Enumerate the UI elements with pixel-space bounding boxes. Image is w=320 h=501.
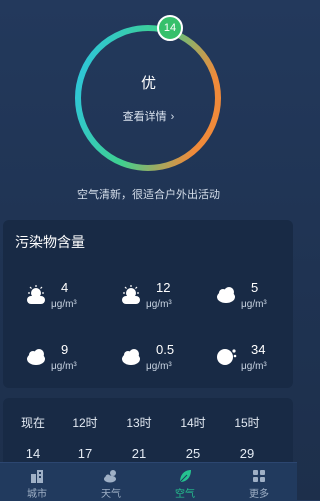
nav-item-more[interactable]: 更多 (222, 463, 296, 501)
forecast-time: 12时 (72, 416, 98, 430)
hourly-forecast[interactable]: 现在 12时 13时 14时 15时 14 17 21 25 29 (3, 398, 293, 468)
nav-item-air[interactable]: 空气 (148, 463, 222, 501)
forecast-time: 14时 (180, 416, 206, 430)
more-icon (253, 470, 265, 482)
pollutant-o3: 34 μg/m³ (203, 342, 298, 382)
leaf-icon (179, 470, 191, 483)
pollutant-so2: 5 μg/m³ (203, 280, 298, 320)
forecast-value: 25 (185, 446, 201, 461)
pollutant-unit: μg/m³ (51, 299, 77, 310)
forecast-value: 29 (239, 446, 255, 461)
no2-icon (27, 349, 45, 365)
nav-label: 天气 (101, 489, 121, 500)
pollutant-value: 12 (156, 280, 171, 295)
aqi-value-badge: 14 (157, 15, 183, 41)
nav-label: 空气 (175, 489, 195, 500)
forecast-value: 14 (25, 446, 41, 461)
weather-icon (104, 470, 116, 483)
pollutant-pm25: 4 μg/m³ (13, 280, 108, 320)
pm10-icon (122, 285, 140, 304)
nav-label: 更多 (249, 489, 269, 500)
air-quality-level: 优 (140, 75, 156, 92)
forecast-time: 13时 (126, 416, 152, 430)
pollutant-value: 4 (61, 280, 69, 295)
pollutant-unit: μg/m³ (241, 299, 267, 310)
aqi-ring (75, 25, 221, 171)
pollutant-no2: 9 μg/m³ (13, 342, 108, 382)
co-icon (122, 349, 140, 365)
pollutant-value: 34 (251, 342, 266, 357)
pollutant-unit: μg/m³ (146, 361, 172, 372)
pollutant-unit: μg/m³ (51, 361, 77, 372)
bottom-nav: 城市 天气 空气 更多 (0, 462, 297, 501)
chevron-right-icon: › (170, 111, 175, 123)
aqi-gauge (68, 18, 228, 178)
pollutant-unit: μg/m³ (241, 361, 267, 372)
pollutant-value: 0.5 (156, 342, 175, 357)
pollutant-value: 5 (251, 280, 259, 295)
view-details-link[interactable]: 查看详情 › (0, 108, 297, 124)
nav-item-city[interactable]: 城市 (0, 463, 74, 501)
pollutant-co: 0.5 μg/m³ (108, 342, 203, 382)
air-advice-text: 空气清新，很适合户外出活动 (77, 189, 220, 201)
pollutant-pm10: 12 μg/m³ (108, 280, 203, 320)
forecast-value: 17 (77, 446, 93, 461)
pollutants-card: 污染物含量 4 μg/m³ 12 μg/m³ 5 μg/m³ 9 μg/m³ 0… (3, 220, 293, 388)
pollutants-title: 污染物含量 (15, 234, 85, 250)
forecast-value: 21 (131, 446, 147, 461)
forecast-time: 现在 (20, 416, 45, 430)
pollutant-value: 9 (61, 342, 69, 357)
nav-label: 城市 (27, 489, 47, 500)
city-icon (31, 470, 43, 483)
forecast-time: 15时 (234, 416, 260, 430)
pollutant-unit: μg/m³ (146, 299, 172, 310)
nav-item-weather[interactable]: 天气 (74, 463, 148, 501)
so2-icon (217, 287, 235, 303)
o3-icon (217, 349, 237, 365)
view-details-label: 查看详情 (122, 111, 167, 123)
pm25-icon (27, 285, 45, 304)
